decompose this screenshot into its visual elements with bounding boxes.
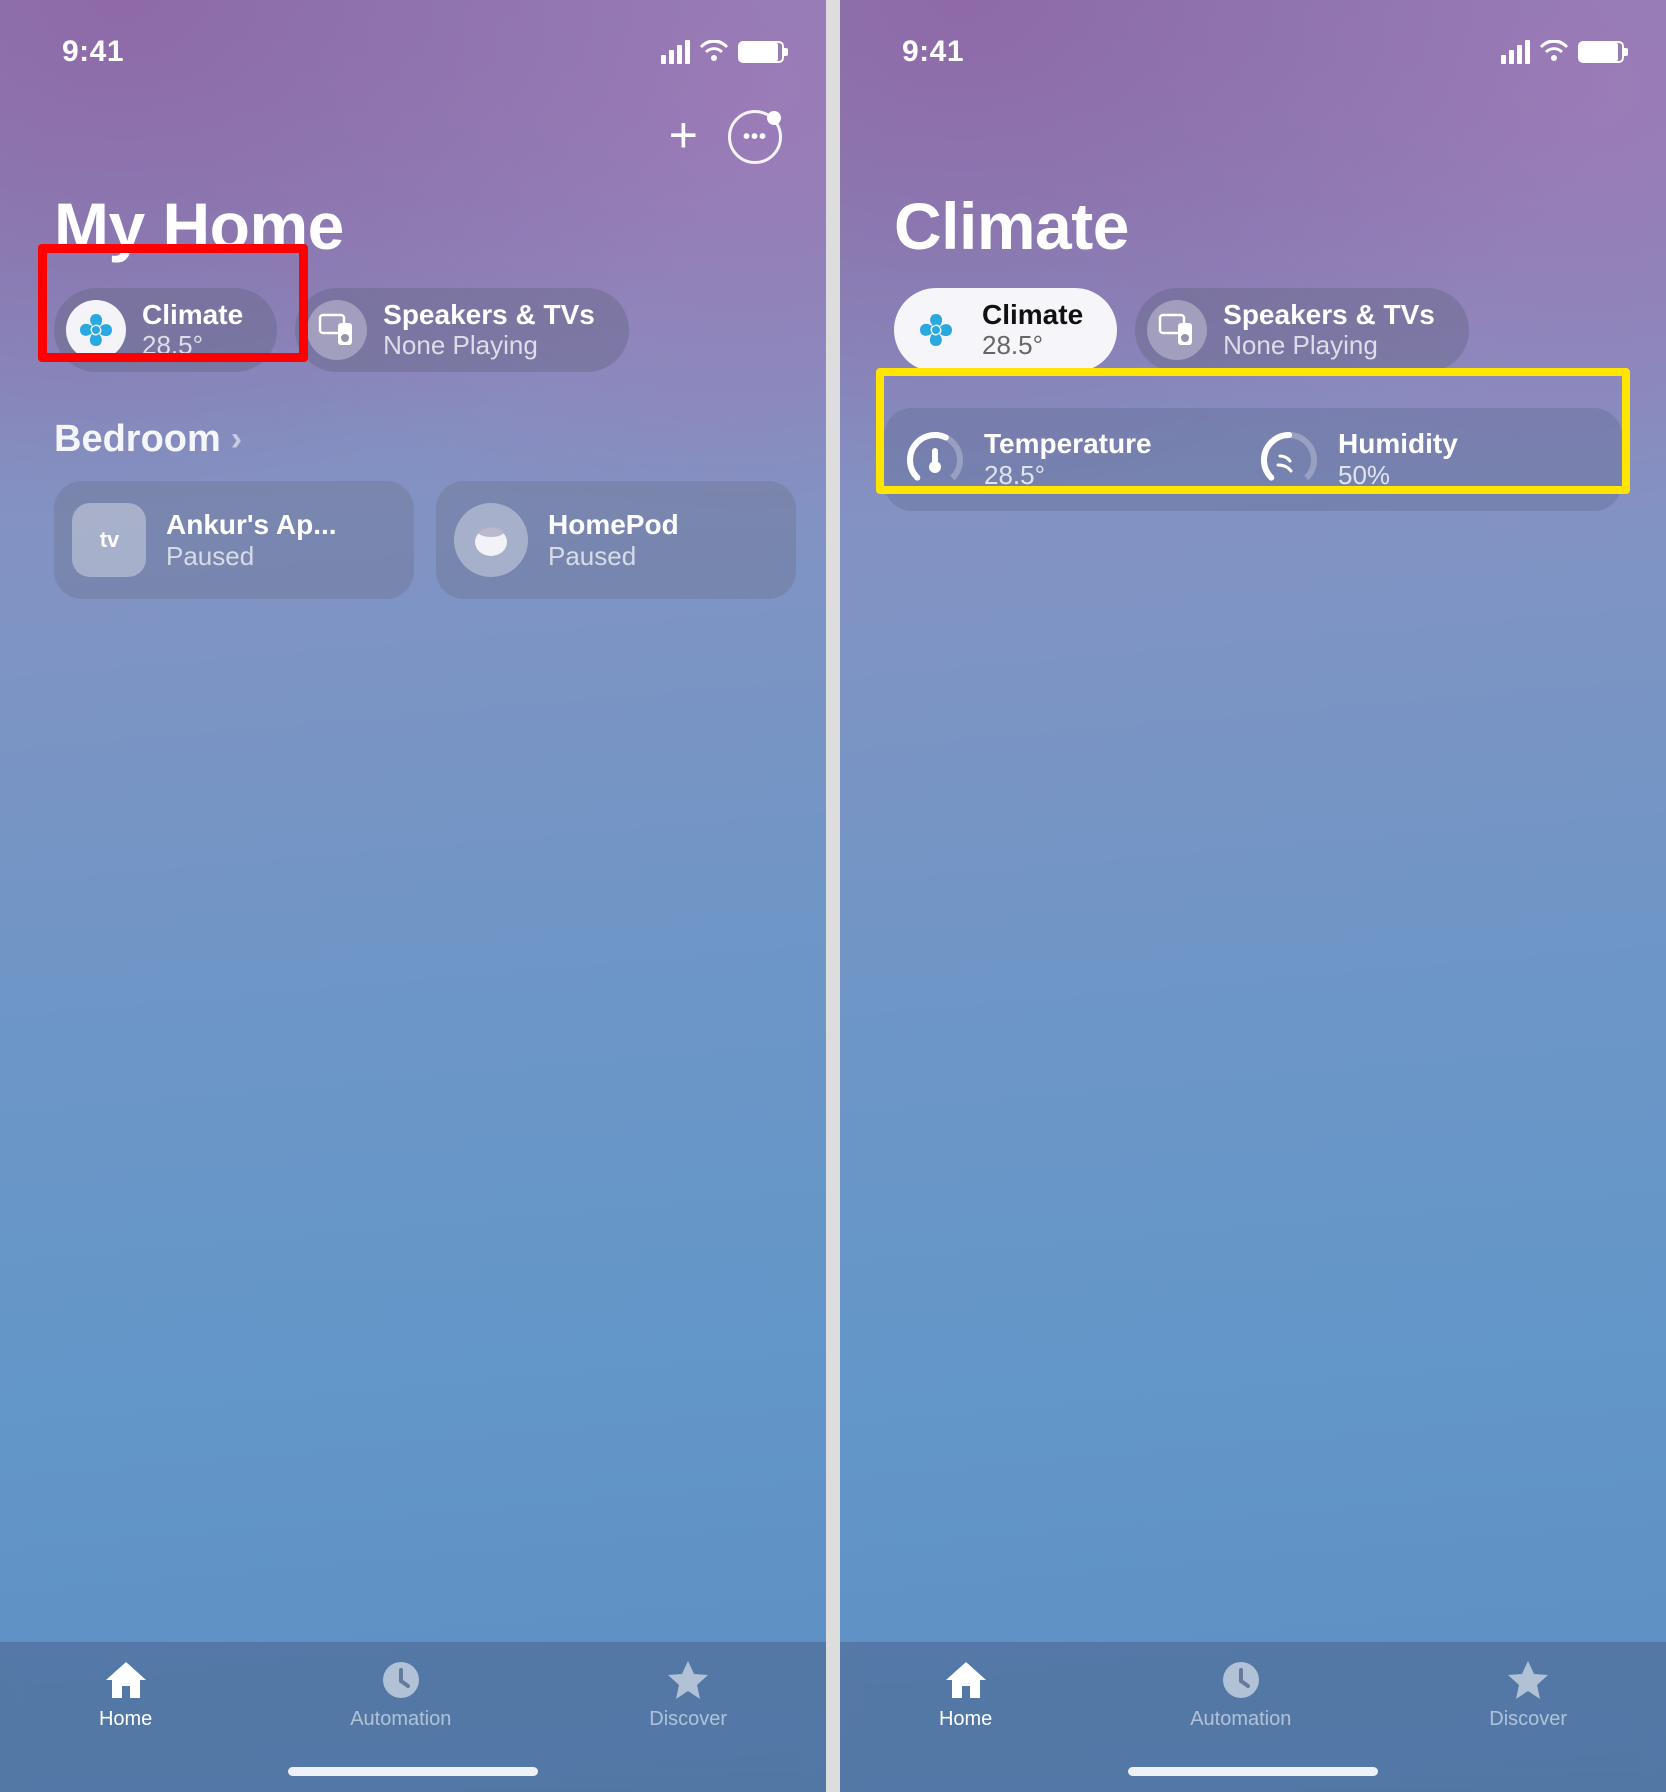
header-controls: + [0,80,826,164]
status-indicators [661,40,784,64]
battery-icon [738,41,784,63]
clock-icon [1217,1658,1265,1702]
speakers-tv-icon [307,300,367,360]
tab-discover-label: Discover [1489,1708,1567,1731]
chip-climate[interactable]: Climate 28.5° [54,288,277,372]
tab-home-label: Home [939,1708,992,1731]
tab-automation-label: Automation [350,1708,451,1731]
room-header-bedroom[interactable]: Bedroom › [0,372,826,481]
add-button[interactable]: + [669,110,698,164]
fan-icon [906,300,966,360]
humidity-gauge-icon [1258,429,1320,491]
status-time: 9:41 [902,35,964,69]
tab-automation[interactable]: Automation [1190,1658,1291,1731]
category-chips: Climate 28.5° Speakers & TVs None Playin… [840,288,1666,372]
clock-icon [377,1658,425,1702]
card-homepod-status: Paused [548,541,679,572]
chip-climate-value: 28.5° [982,331,1083,361]
card-homepod-title: HomePod [548,509,679,541]
apple-tv-icon: tv [72,503,146,577]
screenshot-my-home: 9:41 + My Home Climate [0,0,826,1792]
sensor-temperature-label: Temperature [984,428,1152,460]
status-bar: 9:41 [0,0,826,80]
sensor-temperature-value: 28.5° [984,460,1152,491]
chip-speakers-value: None Playing [383,331,595,361]
fan-icon [66,300,126,360]
sensor-summary[interactable]: Temperature 28.5° Humidity 50% [884,408,1622,511]
star-icon [664,1658,712,1702]
home-icon [942,1658,990,1702]
page-title: My Home [0,164,826,288]
chip-climate-value: 28.5° [142,331,243,361]
cellular-signal-icon [661,40,690,64]
homepod-icon [454,503,528,577]
chip-speakers-label: Speakers & TVs [383,299,595,331]
tab-automation[interactable]: Automation [350,1658,451,1731]
temperature-gauge-icon [904,429,966,491]
wifi-icon [699,40,729,64]
sensor-humidity[interactable]: Humidity 50% [1258,428,1602,491]
chip-climate-label: Climate [982,299,1083,331]
card-apple-tv-status: Paused [166,541,337,572]
chip-climate[interactable]: Climate 28.5° [894,288,1117,372]
status-indicators [1501,40,1624,64]
device-cards: tv Ankur's Ap... Paused HomePod Paused [0,481,826,599]
tab-home-label: Home [99,1708,152,1731]
tab-home[interactable]: Home [99,1658,152,1731]
sensor-temperature[interactable]: Temperature 28.5° [904,428,1248,491]
home-indicator[interactable] [288,1767,538,1776]
chip-speakers[interactable]: Speakers & TVs None Playing [295,288,629,372]
card-apple-tv-title: Ankur's Ap... [166,509,337,541]
page-title: Climate [840,164,1666,288]
status-time: 9:41 [62,35,124,69]
tab-home[interactable]: Home [939,1658,992,1731]
speakers-tv-icon [1147,300,1207,360]
chip-speakers-label: Speakers & TVs [1223,299,1435,331]
room-name: Bedroom [54,418,221,461]
more-options-button[interactable] [728,110,782,164]
sensor-humidity-value: 50% [1338,460,1458,491]
chip-speakers-value: None Playing [1223,331,1435,361]
home-icon [102,1658,150,1702]
wifi-icon [1539,40,1569,64]
chevron-right-icon: › [231,420,242,459]
status-bar: 9:41 [840,0,1666,80]
tab-automation-label: Automation [1190,1708,1291,1731]
chip-climate-label: Climate [142,299,243,331]
star-icon [1504,1658,1552,1702]
card-homepod[interactable]: HomePod Paused [436,481,796,599]
category-chips: Climate 28.5° Speakers & TVs None Playin… [0,288,826,372]
chip-speakers[interactable]: Speakers & TVs None Playing [1135,288,1469,372]
cellular-signal-icon [1501,40,1530,64]
card-apple-tv[interactable]: tv Ankur's Ap... Paused [54,481,414,599]
battery-icon [1578,41,1624,63]
sensor-humidity-label: Humidity [1338,428,1458,460]
home-indicator[interactable] [1128,1767,1378,1776]
tab-discover[interactable]: Discover [1489,1658,1567,1731]
screenshot-climate: 9:41 + Climate Climate 28.5° [840,0,1666,1792]
tab-discover-label: Discover [649,1708,727,1731]
tab-discover[interactable]: Discover [649,1658,727,1731]
